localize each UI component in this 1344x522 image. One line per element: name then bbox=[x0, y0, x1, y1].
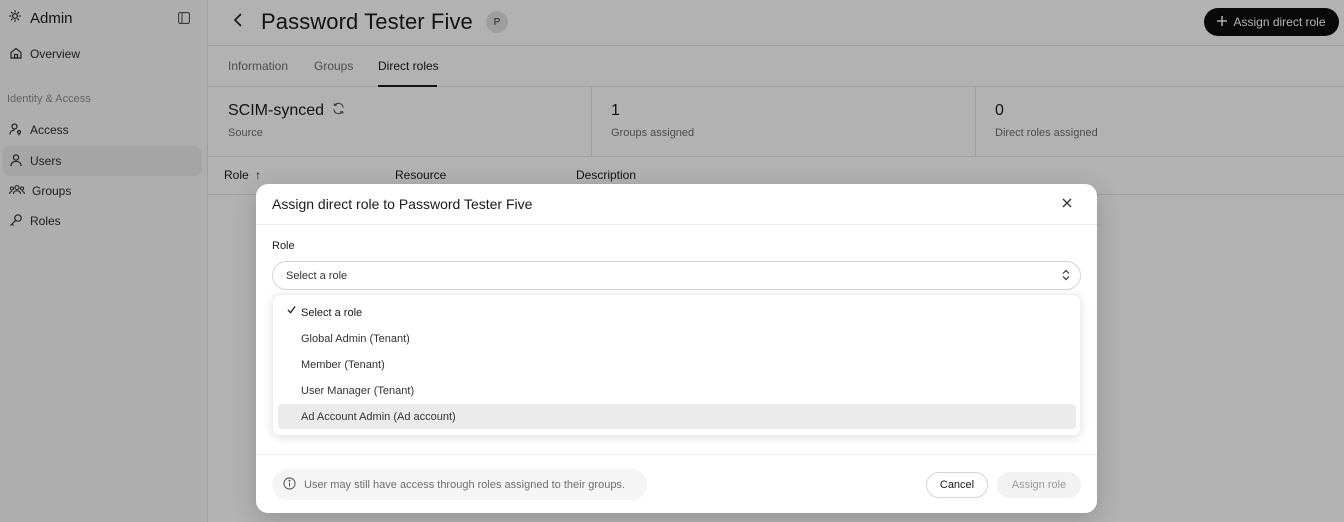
role-option-label: Ad Account Admin (Ad account) bbox=[301, 410, 456, 423]
role-option[interactable]: Select a role bbox=[278, 300, 1076, 325]
close-icon bbox=[1062, 195, 1072, 213]
role-select-value: Select a role bbox=[286, 269, 348, 282]
info-icon bbox=[283, 476, 296, 493]
role-option-label: User Manager (Tenant) bbox=[301, 384, 415, 397]
role-field-label: Role bbox=[272, 240, 295, 252]
info-note: User may still have access through roles… bbox=[272, 469, 647, 500]
cancel-button[interactable]: Cancel bbox=[926, 472, 988, 498]
dialog-title: Assign direct role to Password Tester Fi… bbox=[272, 196, 533, 212]
role-option[interactable]: Global Admin (Tenant) bbox=[278, 326, 1076, 351]
role-option-label: Member (Tenant) bbox=[301, 358, 385, 371]
chevron-up-down-icon bbox=[1062, 269, 1070, 284]
role-select[interactable]: Select a role bbox=[272, 261, 1081, 290]
role-option[interactable]: Member (Tenant) bbox=[278, 352, 1076, 377]
dialog-header: Assign direct role to Password Tester Fi… bbox=[256, 184, 1097, 225]
close-button[interactable] bbox=[1059, 196, 1075, 212]
info-text: User may still have access through roles… bbox=[304, 478, 625, 491]
role-option-label: Select a role bbox=[301, 306, 363, 319]
role-option[interactable]: User Manager (Tenant) bbox=[278, 378, 1076, 403]
check-icon bbox=[287, 305, 296, 317]
role-option-label: Global Admin (Tenant) bbox=[301, 332, 410, 345]
role-dropdown-menu: Select a role Global Admin (Tenant) Memb… bbox=[272, 294, 1081, 436]
role-option[interactable]: Ad Account Admin (Ad account) bbox=[278, 404, 1076, 429]
assign-role-dialog: Assign direct role to Password Tester Fi… bbox=[256, 184, 1097, 513]
assign-role-button[interactable]: Assign role bbox=[997, 472, 1081, 498]
dialog-footer: User may still have access through roles… bbox=[256, 454, 1097, 513]
